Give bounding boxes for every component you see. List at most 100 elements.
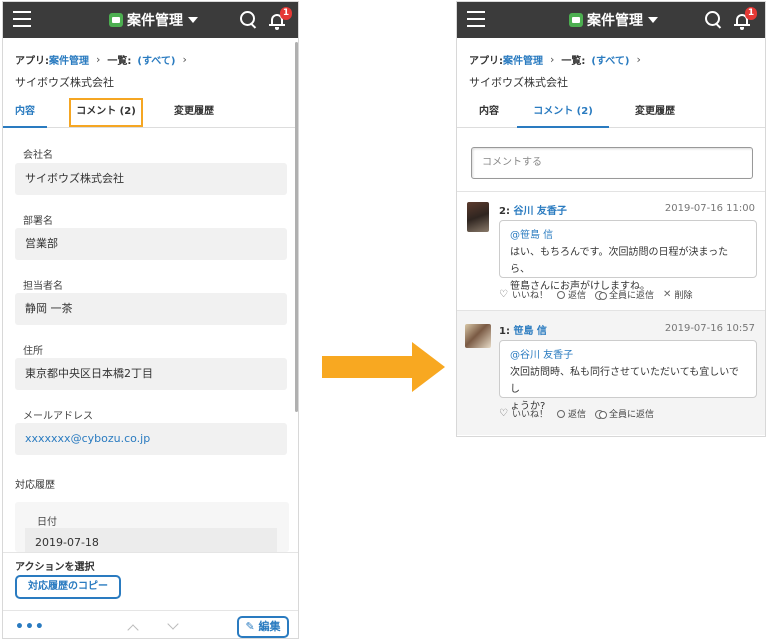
comment-author-name[interactable]: 谷川 友香子 xyxy=(513,206,566,217)
reply-all-label: 全員に返信 xyxy=(609,410,655,420)
app-icon xyxy=(569,13,583,27)
breadcrumb: アプリ: 案件管理 › 一覧: (すべて) › xyxy=(469,52,648,67)
app-switcher[interactable]: 案件管理 xyxy=(569,10,658,30)
chevron-up-icon[interactable] xyxy=(127,624,139,636)
comment-mention[interactable]: @笹島 信 xyxy=(510,227,746,244)
field-value-department: 営業部 xyxy=(15,228,287,260)
reply-all-button[interactable]: 全員に返信 xyxy=(595,407,654,420)
delete-icon: ✕ xyxy=(663,289,672,300)
menu-icon[interactable] xyxy=(467,11,485,27)
tab-details[interactable]: 内容 xyxy=(3,98,47,128)
more-icon[interactable]: ••• xyxy=(15,619,45,635)
heart-icon: ♡ xyxy=(499,288,508,300)
comment-bubble: @谷川 友香子 次回訪問時、私も同行させていただいても宜しいでし ょうか? xyxy=(499,340,757,412)
reply-label: 返信 xyxy=(568,291,587,301)
like-label: いいね！ xyxy=(512,410,549,420)
arrow-right-icon xyxy=(412,342,445,392)
comment-timestamp: 2019-07-16 11:00 xyxy=(664,203,755,214)
caret-down-icon xyxy=(648,17,658,23)
history-section-title: 対応履歴 xyxy=(15,480,55,491)
like-button[interactable]: ♡ いいね！ xyxy=(499,407,548,420)
chevron-down-icon[interactable] xyxy=(167,618,179,630)
reply-button[interactable]: 返信 xyxy=(557,407,586,420)
breadcrumb-app-link[interactable]: 案件管理 xyxy=(503,52,543,67)
field-label-company: 会社名 xyxy=(23,150,53,161)
field-value-email[interactable]: xxxxxxx@cybozu.co.jp xyxy=(15,423,287,455)
comment-author: 1: 笹島 信 xyxy=(499,322,547,337)
breadcrumb-list-link[interactable]: (すべて) xyxy=(591,52,629,67)
reply-all-icon xyxy=(595,290,608,300)
field-label-department: 部署名 xyxy=(23,216,53,227)
reply-all-button[interactable]: 全員に返信 xyxy=(595,288,654,301)
comment-author-name[interactable]: 笹島 信 xyxy=(513,326,546,337)
app-switcher[interactable]: 案件管理 xyxy=(109,10,198,30)
comment-author: 2: 谷川 友香子 xyxy=(499,202,567,217)
bottom-bar: ••• ✎ 編集 xyxy=(3,610,298,638)
comment-tab-highlight xyxy=(69,98,143,127)
reply-all-label: 全員に返信 xyxy=(609,291,655,301)
bell-icon[interactable]: 1 xyxy=(268,7,292,30)
comment-number: 2: xyxy=(499,206,510,217)
search-icon[interactable] xyxy=(705,11,723,29)
chevron-right-icon: › xyxy=(182,53,187,66)
field-value-contact: 静岡 一茶 xyxy=(15,293,287,325)
search-icon[interactable] xyxy=(240,11,258,29)
history-date-label: 日付 xyxy=(37,517,57,528)
app-title: 案件管理 xyxy=(587,13,643,29)
field-label-contact: 担当者名 xyxy=(23,281,63,292)
field-label-email: メールアドレス xyxy=(23,411,93,422)
tab-comments[interactable]: コメント (2) xyxy=(517,98,609,128)
breadcrumb-app-link[interactable]: 案件管理 xyxy=(49,52,89,67)
field-label-address: 住所 xyxy=(23,346,43,357)
app-icon xyxy=(109,13,123,27)
heart-icon: ♡ xyxy=(499,407,508,419)
edit-button[interactable]: ✎ 編集 xyxy=(237,616,289,638)
chevron-right-icon: › xyxy=(550,53,555,66)
comment-actions: ♡ いいね！ 返信 全員に返信 xyxy=(499,407,663,420)
chevron-right-icon: › xyxy=(96,53,101,66)
copy-history-button[interactable]: 対応履歴のコピー xyxy=(15,575,121,599)
tab-history[interactable]: 変更履歴 xyxy=(163,98,225,128)
history-date-value: 2019-07-18 xyxy=(25,528,277,552)
comparison-stage: 案件管理 1 アプリ: 案件管理 › 一覧: (すべて) › サイボウズ株式会社… xyxy=(0,0,767,641)
divider xyxy=(457,191,765,192)
comment-timestamp: 2019-07-16 10:57 xyxy=(664,323,755,334)
delete-button[interactable]: ✕ 削除 xyxy=(663,288,692,301)
action-label: アクションを選択 xyxy=(15,562,95,573)
avatar[interactable] xyxy=(465,324,491,348)
field-value-address: 東京都中央区日本橋2丁目 xyxy=(15,358,287,390)
comment-mention[interactable]: @谷川 友香子 xyxy=(510,347,746,364)
notification-badge: 1 xyxy=(745,7,757,20)
breadcrumb-list-link[interactable]: (すべて) xyxy=(137,52,175,67)
scrollbar[interactable] xyxy=(295,42,298,412)
comment-body-line: はい、もちろんです。次回訪問の日程が決まったら、 xyxy=(510,247,729,275)
record-tabs: 内容 コメント (2) 変更履歴 xyxy=(457,98,765,128)
delete-label: 削除 xyxy=(674,291,693,301)
comment-number: 1: xyxy=(499,326,510,337)
arrow-right-shaft xyxy=(322,356,414,378)
like-button[interactable]: ♡ いいね！ xyxy=(499,288,548,301)
breadcrumb-app-label: アプリ: xyxy=(469,56,503,67)
reply-button[interactable]: 返信 xyxy=(557,288,586,301)
comment-body-line: 次回訪問時、私も同行させていただいても宜しいでし xyxy=(510,367,739,395)
comment-bubble: @笹島 信 はい、もちろんです。次回訪問の日程が決まったら、 笹島さんにお声がけ… xyxy=(499,220,757,292)
field-value-company: サイボウズ株式会社 xyxy=(15,163,287,195)
breadcrumb-list-label: 一覧: xyxy=(107,56,132,67)
app-title: 案件管理 xyxy=(127,13,183,29)
comment-input[interactable]: コメントする xyxy=(471,147,753,179)
breadcrumb-list-label: 一覧: xyxy=(561,56,586,67)
tab-details[interactable]: 内容 xyxy=(471,98,507,128)
breadcrumb-app-label: アプリ: xyxy=(15,56,49,67)
reply-icon xyxy=(557,409,566,418)
reply-icon xyxy=(557,290,566,299)
notification-badge: 1 xyxy=(280,7,292,20)
reply-label: 返信 xyxy=(568,410,587,420)
bell-icon[interactable]: 1 xyxy=(733,7,757,30)
top-bar: 案件管理 1 xyxy=(457,2,765,38)
chevron-right-icon: › xyxy=(636,53,641,66)
caret-down-icon xyxy=(188,17,198,23)
record-title: サイボウズ株式会社 xyxy=(469,76,568,89)
tab-history[interactable]: 変更履歴 xyxy=(623,98,687,128)
menu-icon[interactable] xyxy=(13,11,31,27)
avatar[interactable] xyxy=(467,202,489,232)
